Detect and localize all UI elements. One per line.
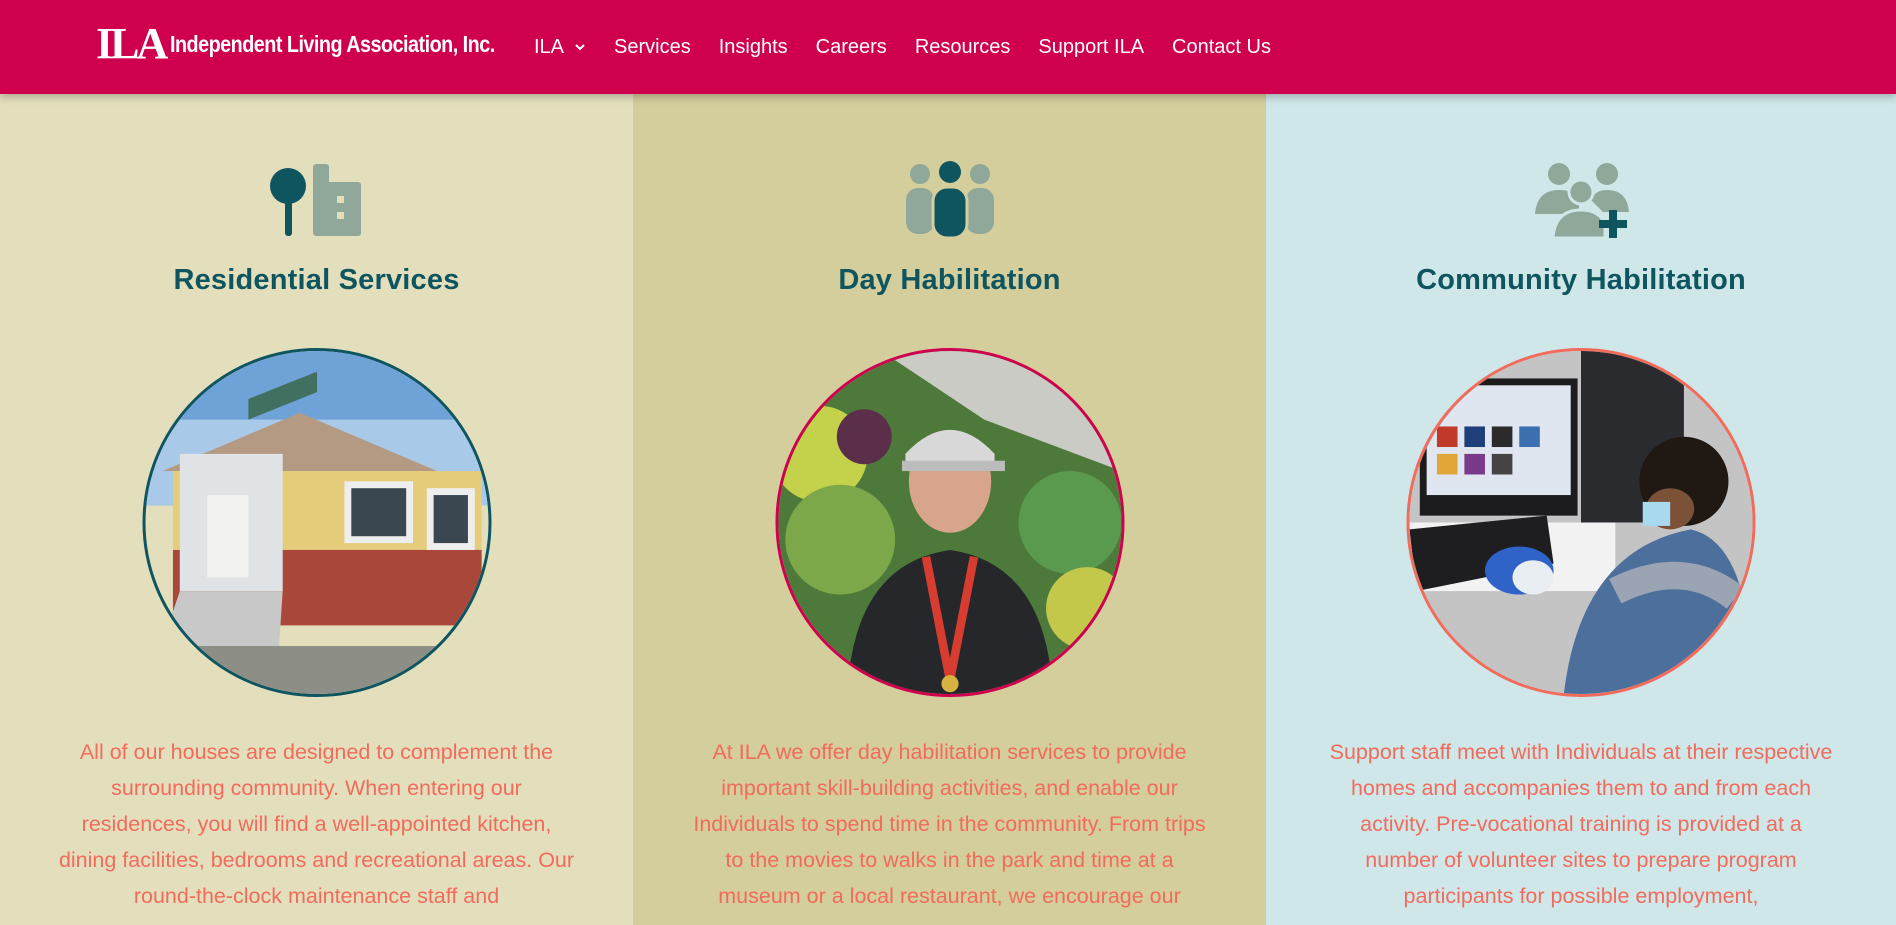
column-description: Support staff meet with Individuals at t… [1329,740,1833,908]
add-user-group-icon [1535,163,1629,240]
logo-mark: ILA [96,19,168,68]
column-description: All of our houses are designed to comple… [58,740,575,908]
service-column-residential: Residential Services All of our houses a… [0,94,633,925]
nav-item-label: Support ILA [1038,35,1145,58]
group-people-icon [905,161,994,240]
house-photo [142,348,491,697]
nav-item-services[interactable]: Services [614,36,691,59]
column-title: Day Habilitation [838,264,1061,296]
site-header: ILA Independent Living Association, Inc.… [0,0,1896,94]
nav-item-support-ila[interactable]: Support ILA [1038,36,1144,59]
service-column-day-habilitation: Day Habilitation At ILA we offer day hab… [633,94,1266,925]
brand-name: Independent Living Association, Inc. [170,30,495,57]
man-greenhouse-photo [775,348,1124,697]
site-logo[interactable]: ILA Independent Living Association, Inc. [96,22,548,66]
nav-item-label: ILA [534,35,565,58]
nav-item-label: Resources [914,35,1011,58]
nav-item-label: Insights [718,35,788,58]
nav-item-insights[interactable]: Insights [719,36,788,59]
chevron-down-icon [575,44,585,51]
nav-item-label: Careers [815,35,887,58]
nav-item-label: Services [614,35,691,58]
person-computer-photo [1406,348,1756,697]
nav-item-contact-us[interactable]: Contact Us [1172,36,1271,59]
tree-building-icon [269,164,361,236]
nav-item-ila[interactable]: ILA [534,36,586,59]
service-column-community-habilitation: Community Habilitation Support staff mee… [1266,94,1896,925]
column-title: Residential Services [173,264,460,296]
column-description: At ILA we offer day habilitation service… [693,740,1206,908]
nav-item-careers[interactable]: Careers [816,36,887,59]
column-title: Community Habilitation [1416,264,1746,296]
main-nav: ILA Services Insights Careers Resources … [534,0,1299,94]
nav-item-label: Contact Us [1172,35,1271,58]
nav-item-resources[interactable]: Resources [915,36,1011,59]
